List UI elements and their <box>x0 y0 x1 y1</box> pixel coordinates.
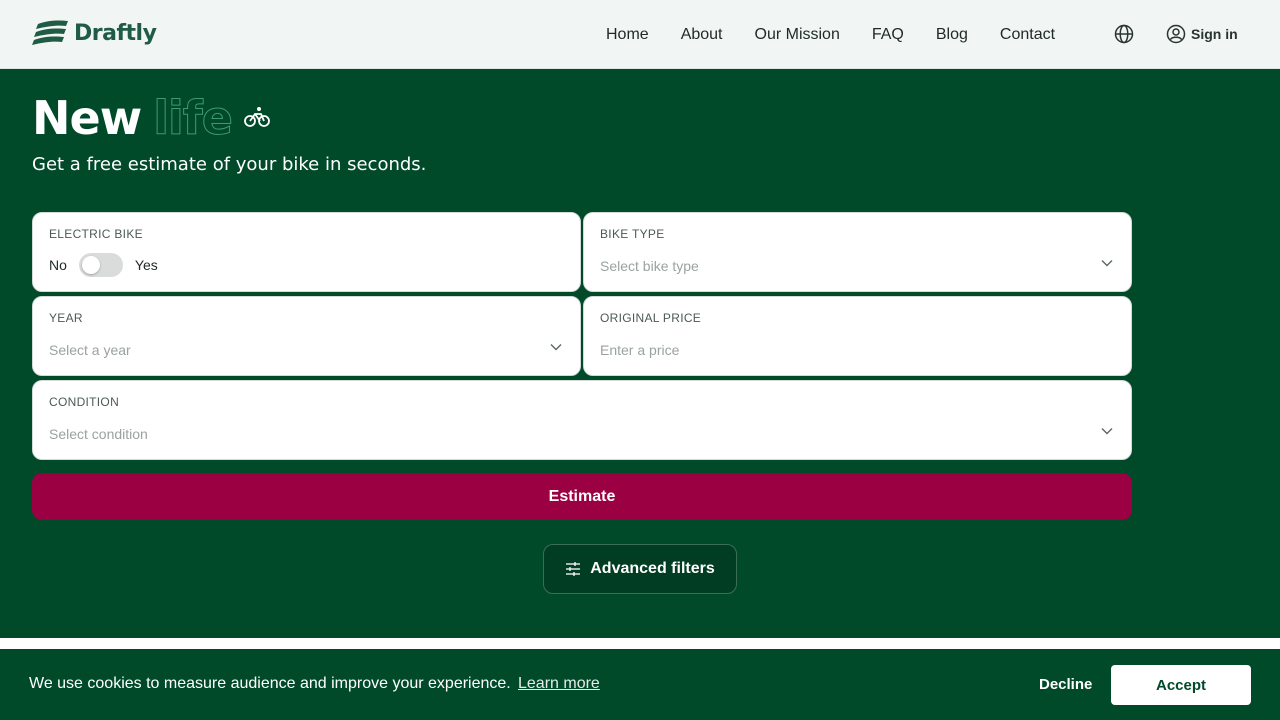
original-price-input[interactable]: ORIGINAL PRICE Enter a price <box>583 296 1132 376</box>
bike-type-placeholder: Select bike type <box>600 258 699 274</box>
toggle-knob <box>81 256 100 274</box>
brand-name: Draftly <box>74 20 157 46</box>
nav-home[interactable]: Home <box>606 26 649 44</box>
site-header: Draftly Home About Our Mission FAQ Blog … <box>0 0 1280 69</box>
electric-bike-field: ELECTRIC BIKE No Yes <box>32 212 581 292</box>
electric-toggle-row: No Yes <box>49 253 158 277</box>
sign-in-button[interactable]: Sign in <box>1166 24 1238 44</box>
hero-title-outline: life <box>153 91 234 146</box>
accept-button[interactable]: Accept <box>1111 665 1251 705</box>
nav-contact[interactable]: Contact <box>1000 26 1055 44</box>
year-label: YEAR <box>49 311 83 325</box>
nav-blog[interactable]: Blog <box>936 26 968 44</box>
brand-logo[interactable]: Draftly <box>32 18 157 48</box>
condition-select[interactable]: CONDITION Select condition <box>32 380 1132 460</box>
chevron-down-icon <box>1101 260 1113 267</box>
hero-title-main: New <box>32 91 142 145</box>
decline-button[interactable]: Decline <box>1039 676 1092 693</box>
cookie-message: We use cookies to measure audience and i… <box>29 675 511 692</box>
learn-more-link[interactable]: Learn more <box>518 675 600 693</box>
year-select[interactable]: YEAR Select a year <box>32 296 581 376</box>
sliders-icon <box>566 562 581 576</box>
advanced-filters-label: Advanced filters <box>590 560 715 577</box>
condition-placeholder: Select condition <box>49 426 148 442</box>
nav-about[interactable]: About <box>681 26 723 44</box>
draftly-logo-icon <box>32 20 68 45</box>
original-price-label: ORIGINAL PRICE <box>600 311 702 325</box>
toggle-no-label: No <box>49 257 67 273</box>
toggle-yes-label: Yes <box>134 257 158 273</box>
nav-our-mission[interactable]: Our Mission <box>755 26 840 44</box>
cookie-banner: We use cookies to measure audience and i… <box>0 649 1280 720</box>
electric-bike-label: ELECTRIC BIKE <box>49 227 143 241</box>
globe-icon[interactable] <box>1114 24 1134 44</box>
advanced-filters-button[interactable]: Advanced filters <box>543 544 737 594</box>
chevron-down-icon <box>1101 428 1113 435</box>
hero-title: New life <box>32 91 270 146</box>
electric-bike-toggle[interactable] <box>78 253 123 277</box>
bike-type-select[interactable]: BIKE TYPE Select bike type <box>583 212 1132 292</box>
bike-type-label: BIKE TYPE <box>600 227 665 241</box>
hero-section: New life Get a free estimate of your bik… <box>0 69 1280 638</box>
main-nav: Home About Our Mission FAQ Blog Contact <box>590 0 1071 69</box>
year-placeholder: Select a year <box>49 342 131 358</box>
user-circle-icon <box>1166 24 1186 44</box>
original-price-placeholder: Enter a price <box>600 342 680 358</box>
hero-subtitle: Get a free estimate of your bike in seco… <box>32 154 427 175</box>
bicycle-icon <box>244 107 270 127</box>
nav-faq[interactable]: FAQ <box>872 26 904 44</box>
sign-in-label: Sign in <box>1191 26 1238 42</box>
estimate-button[interactable]: Estimate <box>32 473 1132 520</box>
chevron-down-icon <box>550 344 562 351</box>
condition-label: CONDITION <box>49 395 120 409</box>
